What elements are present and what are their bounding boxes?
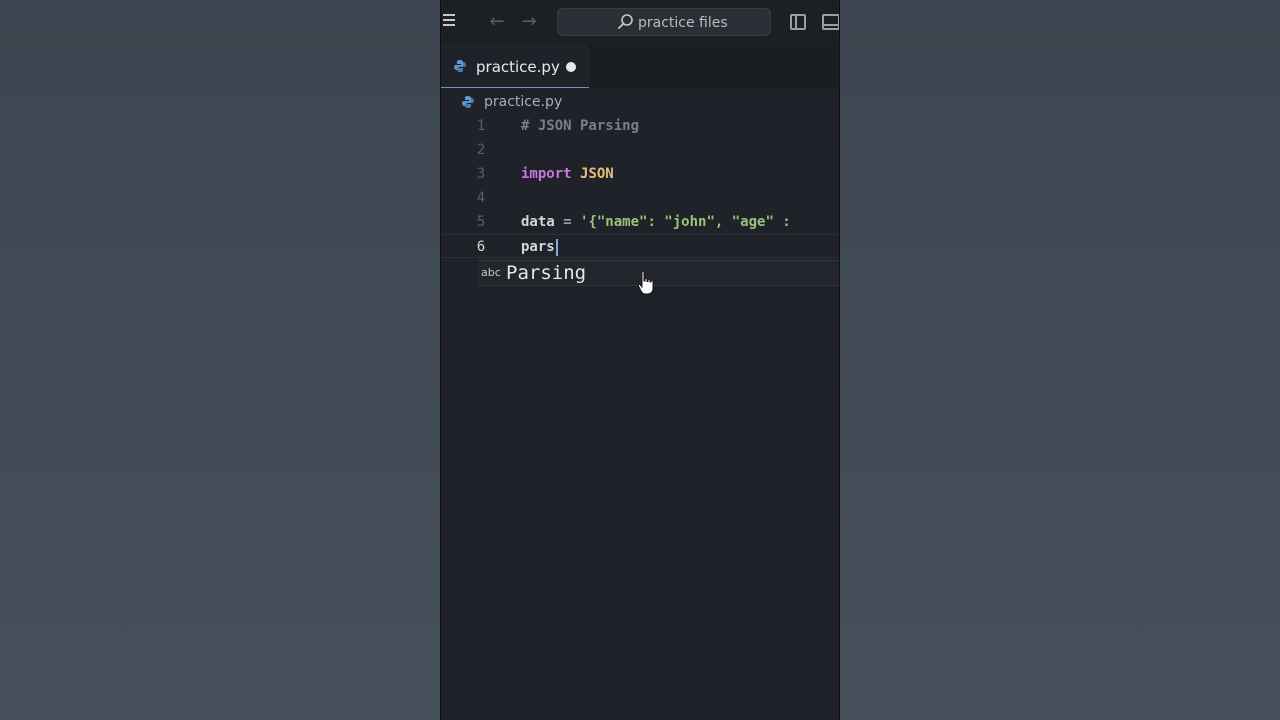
code-text: # JSON Parsing (521, 114, 639, 138)
code-token: data (521, 214, 555, 230)
line-number: 3 (476, 166, 486, 182)
unsaved-dot-icon[interactable] (566, 62, 576, 72)
code-text: data = '{"name": "john", "age" : (521, 210, 799, 234)
text-caret (555, 238, 558, 256)
code-text: import JSON (521, 162, 614, 186)
search-text: practice files (638, 15, 728, 31)
code-line[interactable]: 4 (441, 186, 839, 210)
line-number: 2 (476, 142, 486, 158)
breadcrumb-file[interactable]: practice.py (484, 94, 562, 110)
search-icon (618, 14, 633, 29)
title-bar: ← → practice files (441, 0, 839, 44)
background-right (840, 0, 1280, 720)
code-editor[interactable]: 1 # JSON Parsing 2 3 import JSON 4 5 data = '{"… (441, 114, 839, 720)
editor-window: ← → practice files practice.py practice.… (440, 0, 840, 720)
hand-cursor-icon (637, 270, 654, 295)
line-number: 6 (476, 239, 486, 255)
code-token: import (521, 166, 572, 182)
code-line[interactable]: 3 import JSON (441, 162, 839, 186)
forward-arrow-icon[interactable]: → (519, 12, 539, 32)
code-token: = (554, 214, 581, 230)
background-left (0, 0, 440, 720)
code-line[interactable]: 2 (441, 138, 839, 162)
code-line[interactable]: 5 data = '{"name": "john", "age" : (441, 210, 839, 234)
tab-bar: practice.py (441, 44, 839, 88)
line-number: 4 (476, 190, 486, 206)
toggle-sidebar-icon[interactable] (790, 14, 806, 30)
suggestion-label[interactable]: Parsing (506, 262, 586, 284)
suggestion-widget[interactable]: abc Parsing (478, 260, 839, 286)
suggestion-kind: abc (481, 266, 501, 279)
code-line[interactable]: 1 # JSON Parsing (441, 114, 839, 138)
code-line[interactable]: 6 pars (441, 234, 839, 259)
line-number: 5 (476, 214, 486, 230)
code-token: # JSON Parsing (521, 118, 640, 134)
breadcrumb: practice.py (441, 88, 839, 116)
code-token: '{"name": "john", "age" : (580, 214, 800, 230)
python-file-icon (462, 96, 474, 108)
code-token: JSON (580, 166, 614, 182)
command-center-search[interactable]: practice files (557, 8, 771, 36)
line-number: 1 (476, 118, 486, 134)
tab-practice-py[interactable]: practice.py (441, 44, 589, 88)
tab-label: practice.py (476, 58, 560, 76)
toggle-panel-icon[interactable] (822, 14, 839, 30)
code-token: pars (521, 239, 555, 255)
back-arrow-icon[interactable]: ← (487, 12, 507, 32)
code-text: pars (521, 235, 558, 259)
python-file-icon (454, 60, 466, 72)
menu-icon[interactable] (443, 14, 455, 28)
